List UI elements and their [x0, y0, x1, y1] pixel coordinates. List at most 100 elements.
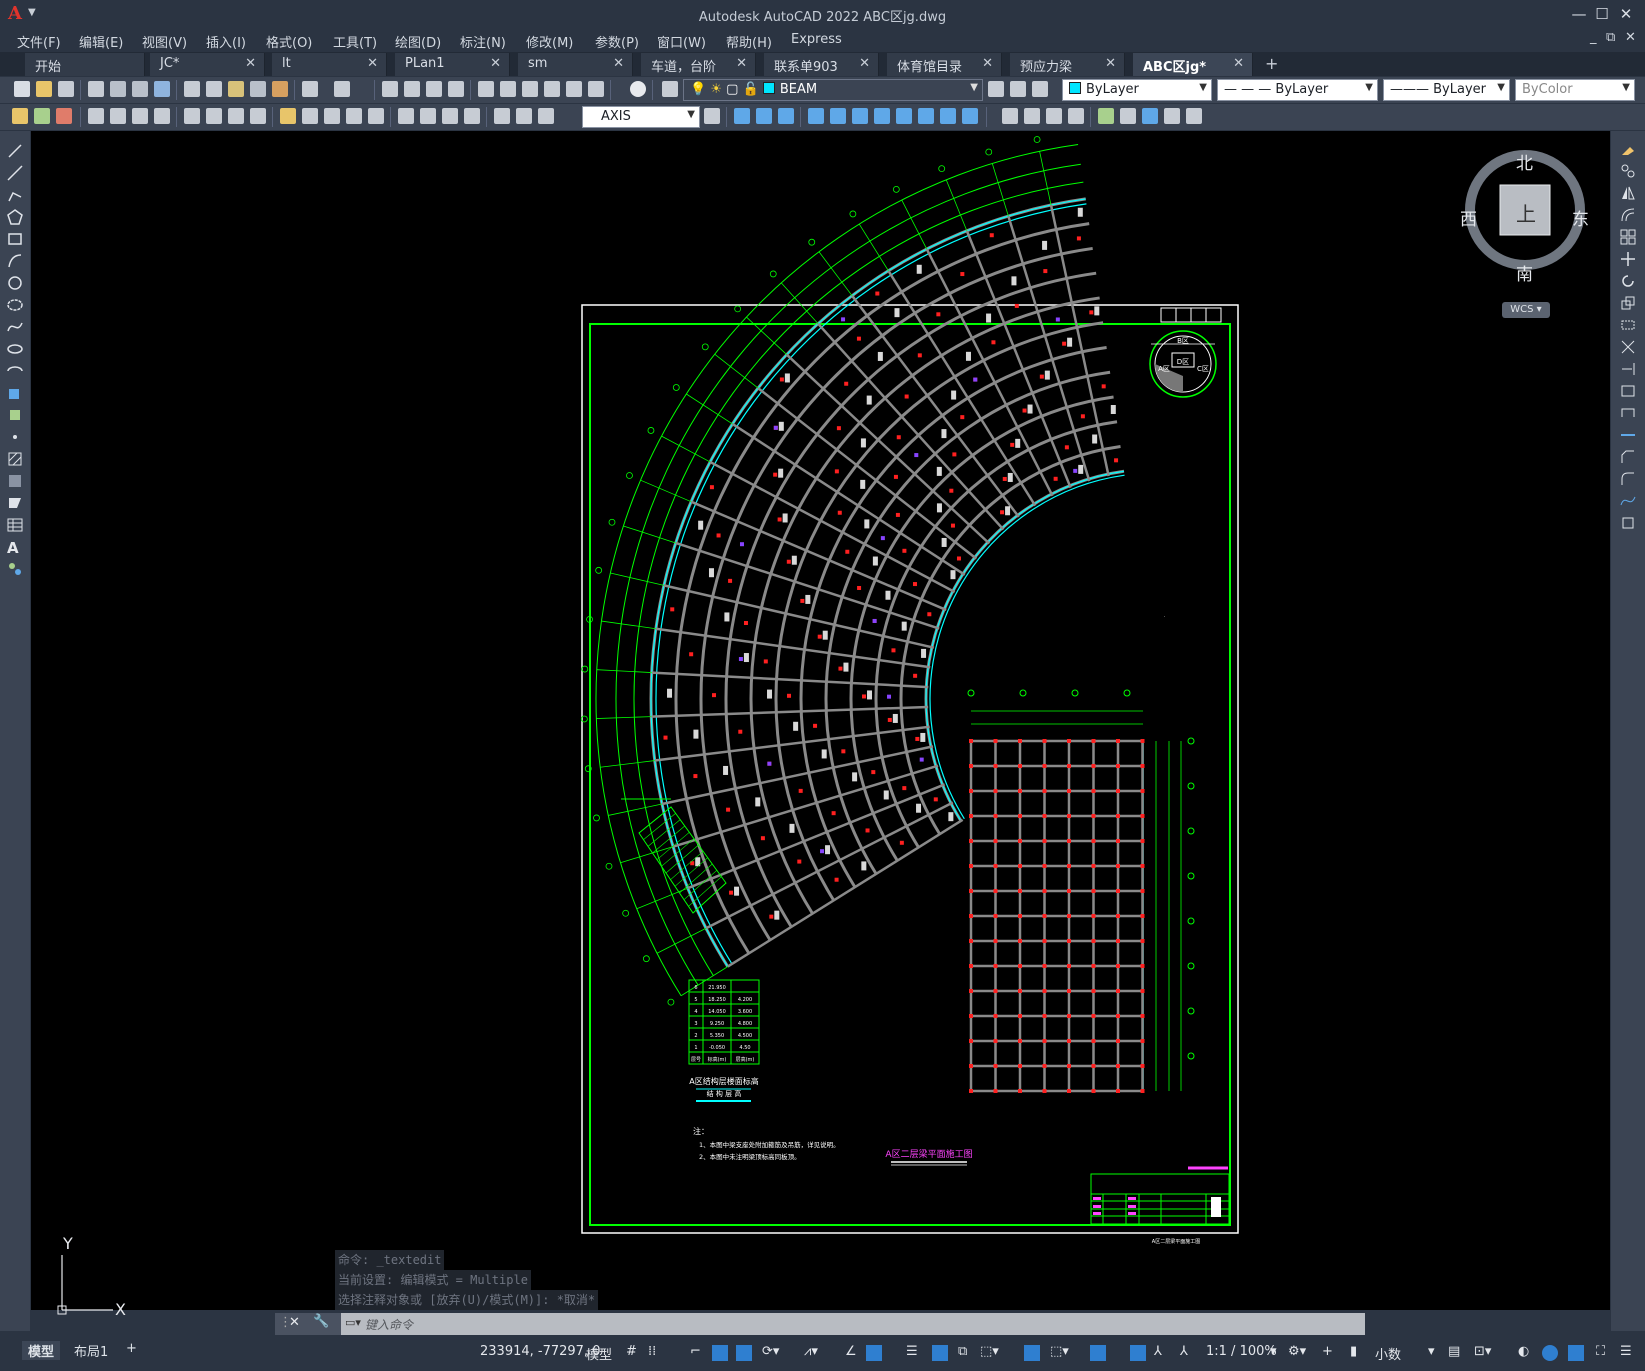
- move-icon[interactable]: [1620, 251, 1636, 267]
- draworder-front-icon[interactable]: [734, 108, 750, 124]
- scale-icon[interactable]: [1620, 295, 1636, 311]
- break-at-point-icon[interactable]: [1620, 383, 1636, 399]
- ordinate-icon[interactable]: [154, 108, 170, 124]
- linetype-combo[interactable]: — — — ByLayer ▼: [1217, 79, 1378, 101]
- tab-driveway[interactable]: 车道，台阶 ✕: [641, 53, 756, 76]
- extend-icon[interactable]: [1620, 361, 1636, 377]
- layer-properties-icon[interactable]: [662, 81, 678, 97]
- save-icon[interactable]: [58, 81, 74, 97]
- isolate-objects-icon[interactable]: ◐: [1518, 1344, 1529, 1359]
- attribute-icon[interactable]: [1142, 108, 1158, 124]
- zoom-window-icon[interactable]: [426, 81, 442, 97]
- tab-close-icon[interactable]: ✕: [736, 56, 747, 71]
- make-block-icon[interactable]: [1120, 108, 1136, 124]
- dimstyle-combo[interactable]: AXIS ▼: [582, 106, 700, 128]
- center-mark-icon[interactable]: [420, 108, 436, 124]
- polyline-icon[interactable]: [7, 187, 23, 203]
- menu-express[interactable]: Express: [791, 32, 842, 47]
- radius-icon[interactable]: [184, 108, 200, 124]
- match-properties-icon[interactable]: [250, 81, 266, 97]
- tab-prestressed-beam[interactable]: 预应力梁 ✕: [1010, 53, 1125, 76]
- dynamic-input-icon[interactable]: [712, 1345, 728, 1361]
- tab-close-icon[interactable]: ✕: [245, 56, 256, 71]
- gradient-icon[interactable]: [1024, 108, 1040, 124]
- bring-text-front-icon[interactable]: [808, 108, 824, 124]
- fullscreen-icon[interactable]: ⛶: [1596, 1344, 1605, 1359]
- send-hatch-back-icon[interactable]: [896, 108, 912, 124]
- tab-jc[interactable]: JC* ✕: [150, 53, 265, 76]
- linear-dimension-icon[interactable]: [88, 108, 104, 124]
- tab-plan1[interactable]: PLan1 ✕: [395, 53, 510, 76]
- fillet-icon[interactable]: [1620, 471, 1636, 487]
- inspect-icon[interactable]: [442, 108, 458, 124]
- menu-file[interactable]: 文件(F): [17, 32, 61, 51]
- explode-icon[interactable]: [1620, 515, 1636, 531]
- undo-icon[interactable]: [302, 81, 318, 97]
- coordinates-readout[interactable]: 233914, -77297, 0: [480, 1344, 600, 1359]
- units-icon[interactable]: ▮: [1350, 1344, 1357, 1359]
- drawing-canvas[interactable]: B区 D区 A区 C区 6 21.950 5 18.250 4.200 4 14.050 3.…: [31, 131, 1610, 1310]
- dimension-edit-icon[interactable]: [494, 108, 510, 124]
- quick-properties-icon[interactable]: ▤: [1448, 1344, 1460, 1359]
- point-icon[interactable]: [7, 429, 23, 445]
- object-snap-icon[interactable]: [866, 1345, 882, 1361]
- boundary-icon[interactable]: [1046, 108, 1062, 124]
- chevron-down-icon[interactable]: ▾: [1270, 1344, 1277, 1359]
- hatch-icon[interactable]: [7, 451, 23, 467]
- lock-ui-icon[interactable]: ⊡▾: [1474, 1344, 1491, 1359]
- lineweight-icon[interactable]: ☰: [906, 1344, 918, 1359]
- grid-icon[interactable]: #: [626, 1344, 637, 1359]
- draworder-above-icon[interactable]: [778, 108, 794, 124]
- polar-tracking-icon[interactable]: ⟳▾: [762, 1344, 779, 1359]
- menu-view[interactable]: 视图(V): [142, 32, 187, 51]
- plotstyle-combo[interactable]: ByColor ▼: [1515, 79, 1635, 101]
- angular-icon[interactable]: [250, 108, 266, 124]
- tab-abc-jg[interactable]: ABC区jg* ✕: [1133, 53, 1253, 76]
- jogged-linear-icon[interactable]: [464, 108, 480, 124]
- dynamic-ucs-icon[interactable]: [1024, 1345, 1040, 1361]
- offset-icon[interactable]: [1620, 207, 1636, 223]
- wcs-menu-button[interactable]: WCS ▾: [1502, 302, 1550, 318]
- tab-close-icon[interactable]: ✕: [613, 56, 624, 71]
- menu-window[interactable]: 窗口(W): [657, 32, 706, 51]
- arc-length-icon[interactable]: [132, 108, 148, 124]
- revision-cloud-icon[interactable]: [7, 297, 23, 313]
- redo-icon[interactable]: [334, 81, 350, 97]
- block-editor-icon[interactable]: [272, 81, 288, 97]
- sheet-set-icon[interactable]: [544, 81, 560, 97]
- tab-start[interactable]: 开始: [25, 53, 145, 76]
- tab-close-icon[interactable]: ✕: [367, 56, 378, 71]
- rotate-icon[interactable]: [1620, 273, 1636, 289]
- bring-leaders-front-icon[interactable]: [852, 108, 868, 124]
- add-layout-button[interactable]: +: [126, 1341, 137, 1356]
- spline-icon[interactable]: [7, 319, 23, 335]
- menu-help[interactable]: 帮助(H): [726, 32, 772, 51]
- paste-icon[interactable]: [228, 81, 244, 97]
- new-icon[interactable]: [14, 81, 30, 97]
- layer-walk-icon[interactable]: [34, 108, 50, 124]
- rectangle-icon[interactable]: [7, 231, 23, 247]
- color-combo[interactable]: ByLayer ▼: [1062, 79, 1212, 101]
- cut-icon[interactable]: [184, 81, 200, 97]
- image-icon[interactable]: [1186, 108, 1202, 124]
- insert-block-icon[interactable]: [1098, 108, 1114, 124]
- layer-isolate-icon[interactable]: [56, 108, 72, 124]
- customize-icon[interactable]: 🔧: [313, 1314, 329, 1329]
- join-icon[interactable]: [1620, 427, 1636, 443]
- ellipse-icon[interactable]: [7, 341, 23, 357]
- construction-line-icon[interactable]: [7, 165, 23, 181]
- viewcube[interactable]: 北 南 东 西 上: [1455, 150, 1605, 320]
- jogged-icon[interactable]: [206, 108, 222, 124]
- viewcube-north[interactable]: 北: [1516, 149, 1533, 174]
- chevron-down-icon[interactable]: ▾: [1428, 1344, 1435, 1359]
- viewcube-west[interactable]: 西: [1460, 205, 1477, 230]
- menu-parametric[interactable]: 参数(P): [595, 32, 639, 51]
- arc-icon[interactable]: [7, 253, 23, 269]
- selection-filter-icon[interactable]: ⬚▾: [1050, 1344, 1069, 1359]
- menu-tools[interactable]: 工具(T): [333, 32, 377, 51]
- doc-close-button[interactable]: ✕: [1625, 30, 1636, 45]
- graphics-performance-icon[interactable]: [1542, 1345, 1558, 1361]
- units-value[interactable]: 小数: [1375, 1344, 1401, 1363]
- maximize-button[interactable]: ☐: [1590, 4, 1614, 24]
- ortho-icon[interactable]: [736, 1345, 752, 1361]
